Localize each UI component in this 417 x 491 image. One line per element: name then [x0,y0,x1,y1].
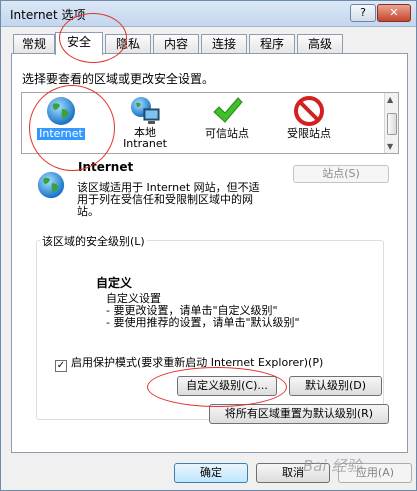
globe-icon [47,97,75,125]
local-intranet-icon [131,97,160,124]
ok-button[interactable]: 确定 [174,463,248,483]
tab-privacy[interactable]: 隐私 [105,34,151,54]
window-title: Internet 选项 [10,8,86,22]
zone-label: 受限站点 [287,127,331,140]
default-level-button[interactable]: 默认级别(D) [289,376,382,396]
zone-label: Internet [37,127,85,140]
tab-content[interactable]: 内容 [153,34,199,54]
zone-internet[interactable]: Internet [26,95,96,151]
protected-mode-checkbox[interactable]: ✓ [55,360,67,372]
selected-zone-title: Internet [78,160,134,174]
zone-restricted-sites[interactable]: 受限站点 [274,95,344,151]
zone-trusted-sites[interactable]: 可信站点 [192,95,262,151]
tab-connections[interactable]: 连接 [201,34,247,54]
security-level-legend: 该区域的安全级别(L) [40,233,147,249]
title-bar: Internet 选项 ? ✕ [1,1,416,27]
scroll-down-icon[interactable]: ▼ [387,142,393,151]
selected-zone-globe-icon [37,171,65,199]
tab-general[interactable]: 常规 [13,34,55,54]
sites-button[interactable]: 站点(S) [293,165,389,183]
zone-label: 可信站点 [205,127,249,140]
security-level-description: 自定义设置 - 要更改设置，请单击"自定义级别" - 要使用推荐的设置，请单击"… [106,293,300,329]
zone-list-scrollbar[interactable]: ▲ ▼ [384,93,398,153]
watermark: Bai 经验 [303,457,362,475]
tab-advanced[interactable]: 高级 [297,34,343,54]
scroll-thumb[interactable] [387,113,397,135]
close-button[interactable]: ✕ [377,4,411,22]
tab-security[interactable]: 安全 [55,32,103,55]
security-level-title: 自定义 [96,276,133,290]
protected-mode-option[interactable]: ✓ 启用保护模式(要求重新启动 Internet Explorer)(P) [55,354,323,372]
zone-local-intranet[interactable]: 本地 Intranet [110,95,180,151]
scroll-up-icon[interactable]: ▲ [387,95,393,104]
internet-options-dialog: Internet 选项 ? ✕ 常规 安全 隐私 内容 连接 程序 高级 选择要… [0,0,417,491]
level-line: - 要使用推荐的设置，请单击"默认级别" [106,316,300,329]
tab-programs[interactable]: 程序 [249,34,295,54]
zone-prompt: 选择要查看的区域或更改安全设置。 [22,72,215,86]
zone-description: 该区域适用于 Internet 网站，但不适用于列在受信任和受限制区域中的网站。 [77,181,260,218]
zone-list: Internet 本地 Intranet 可信站点 受限站点 ▲ ▼ [21,92,399,154]
reset-all-zones-button[interactable]: 将所有区域重置为默认级别(R) [209,404,389,424]
no-entry-icon [294,96,324,126]
help-button[interactable]: ? [350,4,376,22]
check-icon [213,97,243,123]
custom-level-button[interactable]: 自定义级别(C)... [177,376,277,396]
security-tab-panel: 选择要查看的区域或更改安全设置。 Internet 本地 Intranet 可信… [11,53,408,453]
protected-mode-label: 启用保护模式(要求重新启动 Internet Explorer)(P) [71,356,324,369]
zone-sublabel: Intranet [123,137,167,150]
